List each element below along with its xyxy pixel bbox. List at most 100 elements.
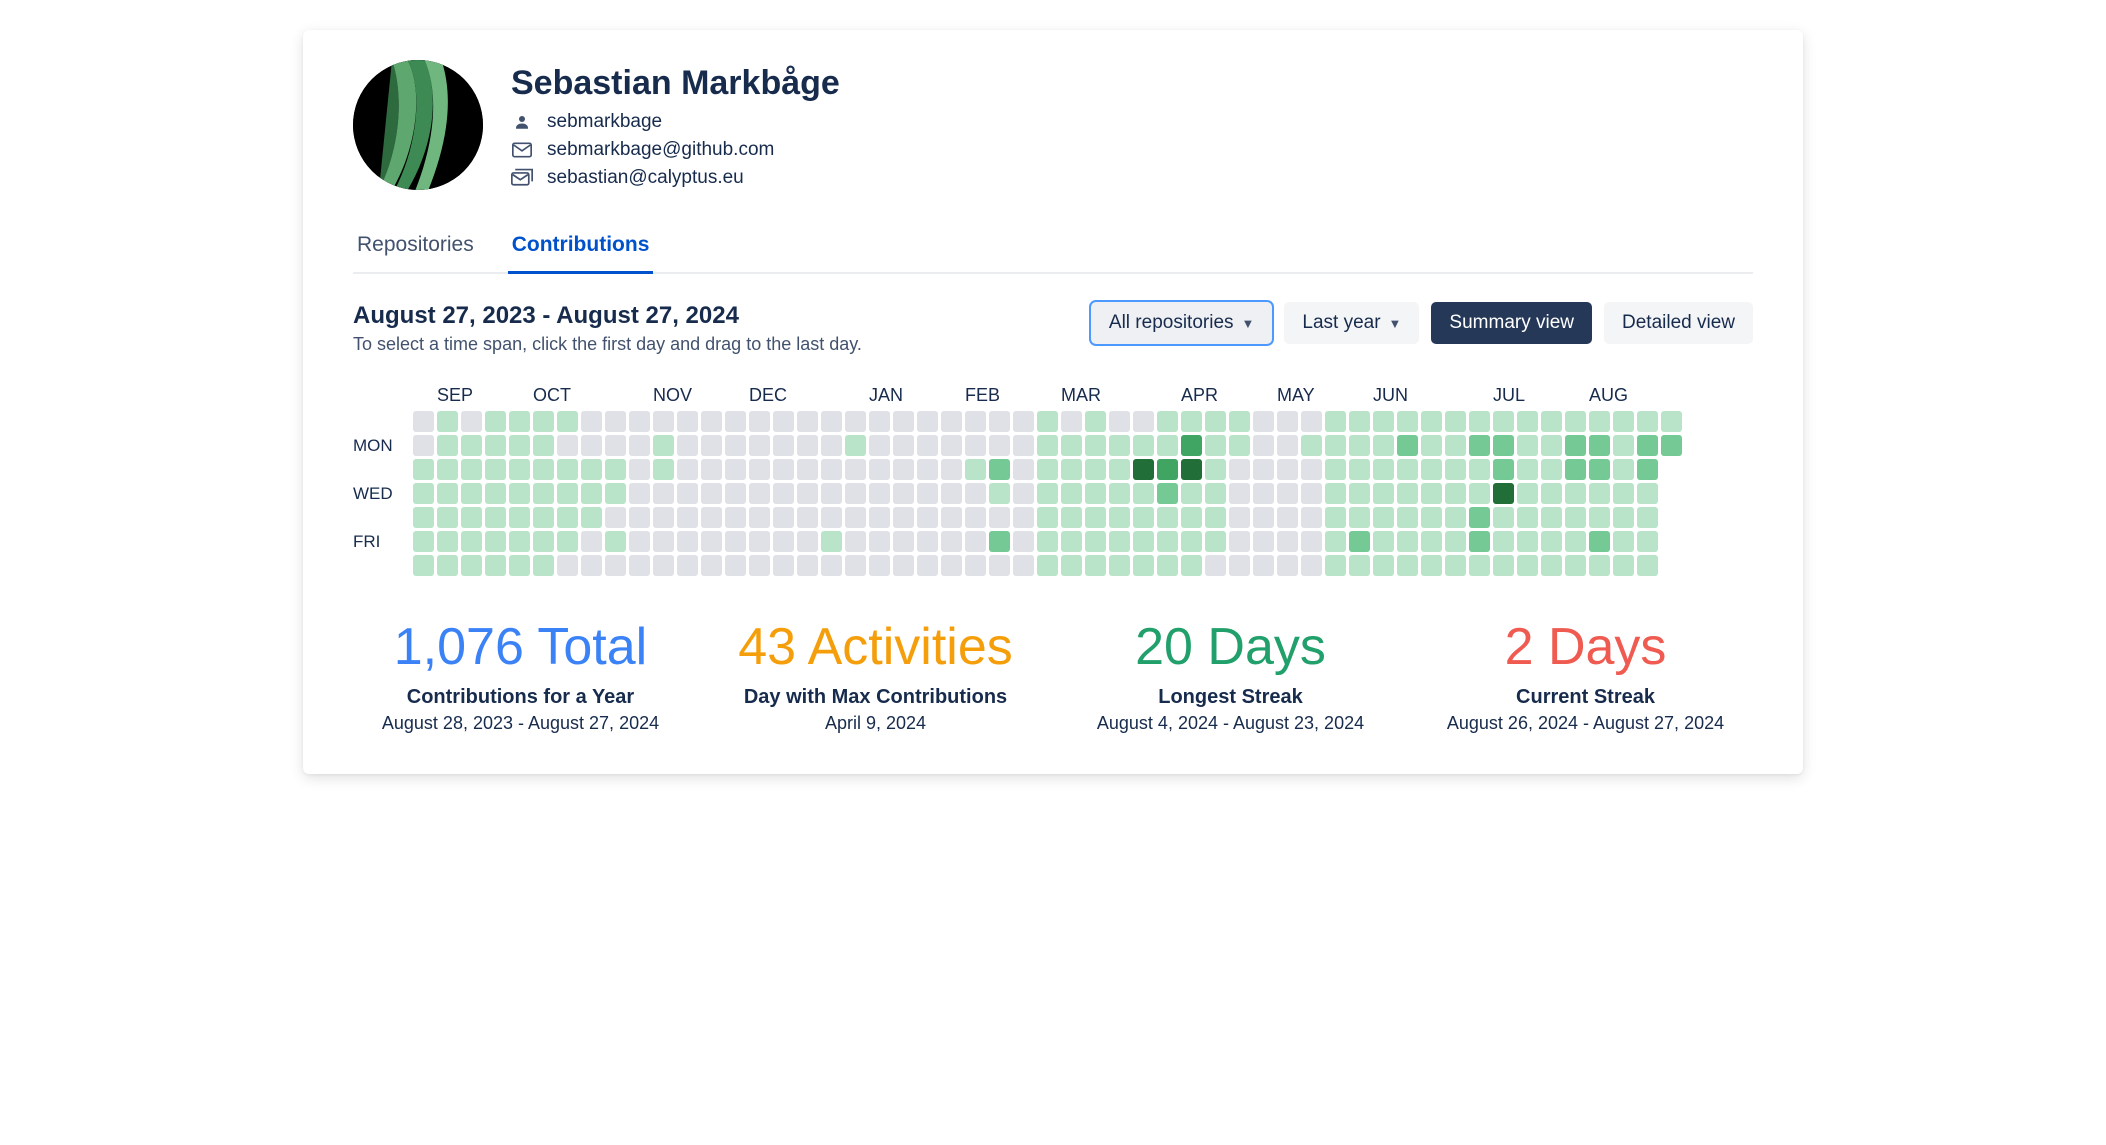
heatmap-cell[interactable] xyxy=(1349,459,1370,480)
heatmap-cell[interactable] xyxy=(1229,555,1250,576)
heatmap-cell[interactable] xyxy=(485,459,506,480)
heatmap-cell[interactable] xyxy=(917,531,938,552)
heatmap-cell[interactable] xyxy=(1013,531,1034,552)
heatmap-cell[interactable] xyxy=(845,507,866,528)
heatmap-cell[interactable] xyxy=(629,483,650,504)
heatmap-cell[interactable] xyxy=(1493,435,1514,456)
heatmap-cell[interactable] xyxy=(1565,507,1586,528)
heatmap-cell[interactable] xyxy=(989,483,1010,504)
heatmap-cell[interactable] xyxy=(965,507,986,528)
heatmap-cell[interactable] xyxy=(1229,531,1250,552)
heatmap-cell[interactable] xyxy=(1397,459,1418,480)
heatmap-cell[interactable] xyxy=(1253,483,1274,504)
heatmap-cell[interactable] xyxy=(1517,555,1538,576)
heatmap-cell[interactable] xyxy=(629,531,650,552)
heatmap-cell[interactable] xyxy=(1397,411,1418,432)
heatmap-cell[interactable] xyxy=(1565,555,1586,576)
heatmap-cell[interactable] xyxy=(533,483,554,504)
heatmap-cell[interactable] xyxy=(797,435,818,456)
heatmap-cell[interactable] xyxy=(821,531,842,552)
heatmap-cell[interactable] xyxy=(1205,531,1226,552)
heatmap-cell[interactable] xyxy=(1589,531,1610,552)
heatmap-cell[interactable] xyxy=(533,459,554,480)
heatmap-cell[interactable] xyxy=(1085,459,1106,480)
heatmap-cell[interactable] xyxy=(965,411,986,432)
heatmap-cell[interactable] xyxy=(1181,435,1202,456)
heatmap-cell[interactable] xyxy=(461,507,482,528)
heatmap-cell[interactable] xyxy=(1133,411,1154,432)
heatmap-cell[interactable] xyxy=(1541,411,1562,432)
tab-contributions[interactable]: Contributions xyxy=(508,223,654,274)
heatmap-cell[interactable] xyxy=(1325,555,1346,576)
heatmap-cell[interactable] xyxy=(701,555,722,576)
heatmap-cell[interactable] xyxy=(1397,555,1418,576)
heatmap-cell[interactable] xyxy=(485,411,506,432)
heatmap-cell[interactable] xyxy=(941,435,962,456)
heatmap-cell[interactable] xyxy=(1517,435,1538,456)
heatmap-cell[interactable] xyxy=(1013,483,1034,504)
heatmap-cell[interactable] xyxy=(989,531,1010,552)
heatmap-cell[interactable] xyxy=(1085,531,1106,552)
summary-view-button[interactable]: Summary view xyxy=(1431,302,1592,344)
heatmap-cell[interactable] xyxy=(629,507,650,528)
heatmap-cell[interactable] xyxy=(845,531,866,552)
heatmap-cell[interactable] xyxy=(581,507,602,528)
heatmap-cell[interactable] xyxy=(1253,507,1274,528)
tab-repositories[interactable]: Repositories xyxy=(353,223,478,274)
heatmap-cell[interactable] xyxy=(1301,531,1322,552)
heatmap-cell[interactable] xyxy=(437,435,458,456)
heatmap-cell[interactable] xyxy=(1613,483,1634,504)
heatmap-cell[interactable] xyxy=(653,435,674,456)
heatmap-cell[interactable] xyxy=(413,555,434,576)
heatmap-cell[interactable] xyxy=(1445,411,1466,432)
heatmap-cell[interactable] xyxy=(1445,483,1466,504)
heatmap-cell[interactable] xyxy=(629,435,650,456)
heatmap-cell[interactable] xyxy=(437,483,458,504)
heatmap-cell[interactable] xyxy=(509,435,530,456)
heatmap-cell[interactable] xyxy=(413,459,434,480)
heatmap-cell[interactable] xyxy=(821,459,842,480)
heatmap-cell[interactable] xyxy=(1181,411,1202,432)
heatmap-cell[interactable] xyxy=(533,411,554,432)
heatmap-cell[interactable] xyxy=(1661,483,1682,504)
heatmap-cell[interactable] xyxy=(1349,531,1370,552)
heatmap-cell[interactable] xyxy=(1589,459,1610,480)
repo-filter-dropdown[interactable]: All repositories ▼ xyxy=(1091,302,1272,344)
heatmap-cell[interactable] xyxy=(1229,483,1250,504)
heatmap-cell[interactable] xyxy=(1253,531,1274,552)
heatmap-cell[interactable] xyxy=(605,435,626,456)
heatmap-cell[interactable] xyxy=(1277,459,1298,480)
heatmap-cell[interactable] xyxy=(1133,555,1154,576)
heatmap-cell[interactable] xyxy=(773,507,794,528)
heatmap-cell[interactable] xyxy=(1661,555,1682,576)
heatmap-cell[interactable] xyxy=(677,411,698,432)
heatmap-cell[interactable] xyxy=(869,411,890,432)
heatmap-cell[interactable] xyxy=(989,459,1010,480)
heatmap-cell[interactable] xyxy=(557,555,578,576)
heatmap-cell[interactable] xyxy=(1229,459,1250,480)
heatmap-cell[interactable] xyxy=(1205,483,1226,504)
heatmap-cell[interactable] xyxy=(1133,435,1154,456)
heatmap-cell[interactable] xyxy=(533,555,554,576)
heatmap-cell[interactable] xyxy=(1133,459,1154,480)
heatmap-cell[interactable] xyxy=(1133,507,1154,528)
heatmap-cell[interactable] xyxy=(773,531,794,552)
heatmap-cell[interactable] xyxy=(653,507,674,528)
heatmap-cell[interactable] xyxy=(1205,411,1226,432)
heatmap-cell[interactable] xyxy=(581,411,602,432)
heatmap-cell[interactable] xyxy=(413,411,434,432)
heatmap-cell[interactable] xyxy=(605,531,626,552)
heatmap-cell[interactable] xyxy=(1349,507,1370,528)
heatmap-cell[interactable] xyxy=(701,507,722,528)
heatmap-cell[interactable] xyxy=(1157,555,1178,576)
heatmap-cell[interactable] xyxy=(1301,483,1322,504)
heatmap-cell[interactable] xyxy=(653,531,674,552)
heatmap-cell[interactable] xyxy=(1565,435,1586,456)
heatmap-cell[interactable] xyxy=(1325,435,1346,456)
heatmap-cell[interactable] xyxy=(1541,531,1562,552)
heatmap-cell[interactable] xyxy=(749,555,770,576)
heatmap-cell[interactable] xyxy=(1205,555,1226,576)
heatmap-cell[interactable] xyxy=(1277,555,1298,576)
heatmap-cell[interactable] xyxy=(557,531,578,552)
heatmap-cell[interactable] xyxy=(677,459,698,480)
